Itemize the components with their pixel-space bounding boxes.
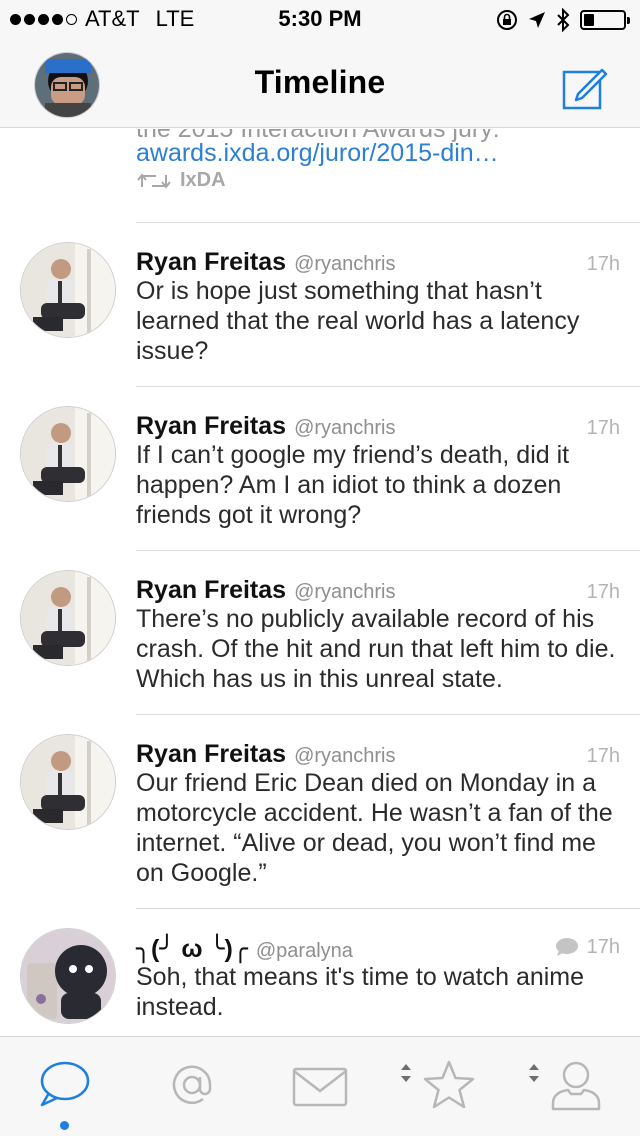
time-label: 17h: [586, 253, 620, 275]
tweet-time: 17h: [587, 581, 620, 604]
tab-favorites[interactable]: [384, 1037, 512, 1136]
timeline[interactable]: the 2015 Interaction Awards jury: awards…: [0, 129, 640, 1036]
tweet-time: 17h: [587, 253, 620, 276]
divider: [136, 222, 640, 223]
tweet-header: Ryan Freitas @ryanchris 17h: [136, 576, 620, 605]
time-label: 17h: [586, 745, 620, 767]
tab-messages[interactable]: [256, 1037, 384, 1136]
tweet-header: Ryan Freitas @ryanchris 17h: [136, 740, 620, 769]
retweet-icon: [137, 172, 171, 189]
author-name[interactable]: Ryan Freitas: [136, 740, 286, 769]
time-label: 17h: [586, 581, 620, 603]
divider: [136, 714, 640, 715]
author-name[interactable]: ╮(╯ ω ╰)╭: [136, 934, 248, 964]
author-name[interactable]: Ryan Freitas: [136, 412, 286, 441]
avatar[interactable]: [20, 406, 116, 502]
time-label: 17h: [586, 935, 620, 958]
envelope-icon: [292, 1067, 348, 1107]
battery-icon: [580, 10, 630, 30]
tweet-header: Ryan Freitas @ryanchris 17h: [136, 248, 620, 277]
speech-bubble-icon: [40, 1061, 90, 1107]
divider: [136, 550, 640, 551]
page-title: Timeline: [254, 64, 386, 100]
tweet-header: Ryan Freitas @ryanchris 17h: [136, 412, 620, 441]
tab-timeline[interactable]: [0, 1037, 128, 1136]
nav-bar: Timeline: [0, 40, 640, 128]
tweet-row[interactable]: Ryan Freitas @ryanchris 17h Or is hope j…: [0, 222, 640, 386]
status-right: [496, 8, 630, 32]
author-handle[interactable]: @ryanchris: [294, 417, 395, 440]
tab-mentions[interactable]: [128, 1037, 256, 1136]
tweet-partial[interactable]: the 2015 Interaction Awards jury: awards…: [0, 129, 640, 222]
sort-arrows-icon: [529, 1064, 539, 1082]
person-icon: [551, 1061, 601, 1111]
tweet-row[interactable]: Ryan Freitas @ryanchris 17h If I can’t g…: [0, 386, 640, 550]
retweet-attribution: IxDA: [136, 169, 226, 192]
divider: [136, 386, 640, 387]
author-handle[interactable]: @ryanchris: [294, 745, 395, 768]
author-handle[interactable]: @paralyna: [256, 940, 353, 963]
rotation-lock-icon: [497, 10, 517, 30]
battery-level: [584, 14, 594, 26]
conversation-icon: [555, 938, 578, 956]
tweet-text: Soh, that means it's time to watch anime…: [136, 963, 585, 1021]
compose-icon[interactable]: [562, 64, 608, 110]
sort-arrows-icon: [401, 1064, 411, 1082]
tweet-text: There’s no publicly available record of …: [136, 605, 616, 693]
tweet-text: Or is hope just something that hasn’t le…: [136, 277, 580, 365]
retweeted-by: IxDA: [180, 169, 226, 191]
author-handle[interactable]: @ryanchris: [294, 253, 395, 276]
tweet-time: 17h: [587, 745, 620, 768]
star-icon: [423, 1060, 475, 1109]
tweet-header: ╮(╯ ω ╰)╭ @paralyna 17h: [136, 934, 620, 964]
tweet-link[interactable]: awards.ixda.org/juror/2015-din…: [136, 139, 499, 168]
tab-profile[interactable]: [512, 1037, 640, 1136]
bluetooth-icon: [557, 8, 570, 32]
divider: [136, 908, 640, 909]
tweet-text: If I can’t google my friend’s death, did…: [136, 441, 570, 529]
tweet-time: 17h: [555, 936, 620, 959]
avatar[interactable]: [20, 242, 116, 338]
at-sign-icon: [172, 1065, 212, 1104]
author-handle[interactable]: @ryanchris: [294, 581, 395, 604]
tweet-row[interactable]: Ryan Freitas @ryanchris 17h Our friend E…: [0, 714, 640, 908]
avatar[interactable]: [20, 734, 116, 830]
active-indicator: [60, 1121, 69, 1130]
location-icon: [529, 12, 545, 28]
avatar[interactable]: [20, 570, 116, 666]
tweet-text: Our friend Eric Dean died on Monday in a…: [136, 769, 613, 887]
tab-bar: [0, 1036, 640, 1136]
tweet-time: 17h: [587, 417, 620, 440]
author-name[interactable]: Ryan Freitas: [136, 576, 286, 605]
time-label: 17h: [586, 417, 620, 439]
status-bar: AT&T LTE 5:30 PM: [0, 0, 640, 40]
avatar[interactable]: [20, 928, 116, 1024]
tweet-row[interactable]: ╮(╯ ω ╰)╭ @paralyna 17h Soh, that means …: [0, 908, 640, 1036]
tweet-row[interactable]: Ryan Freitas @ryanchris 17h There’s no p…: [0, 550, 640, 714]
author-name[interactable]: Ryan Freitas: [136, 248, 286, 277]
